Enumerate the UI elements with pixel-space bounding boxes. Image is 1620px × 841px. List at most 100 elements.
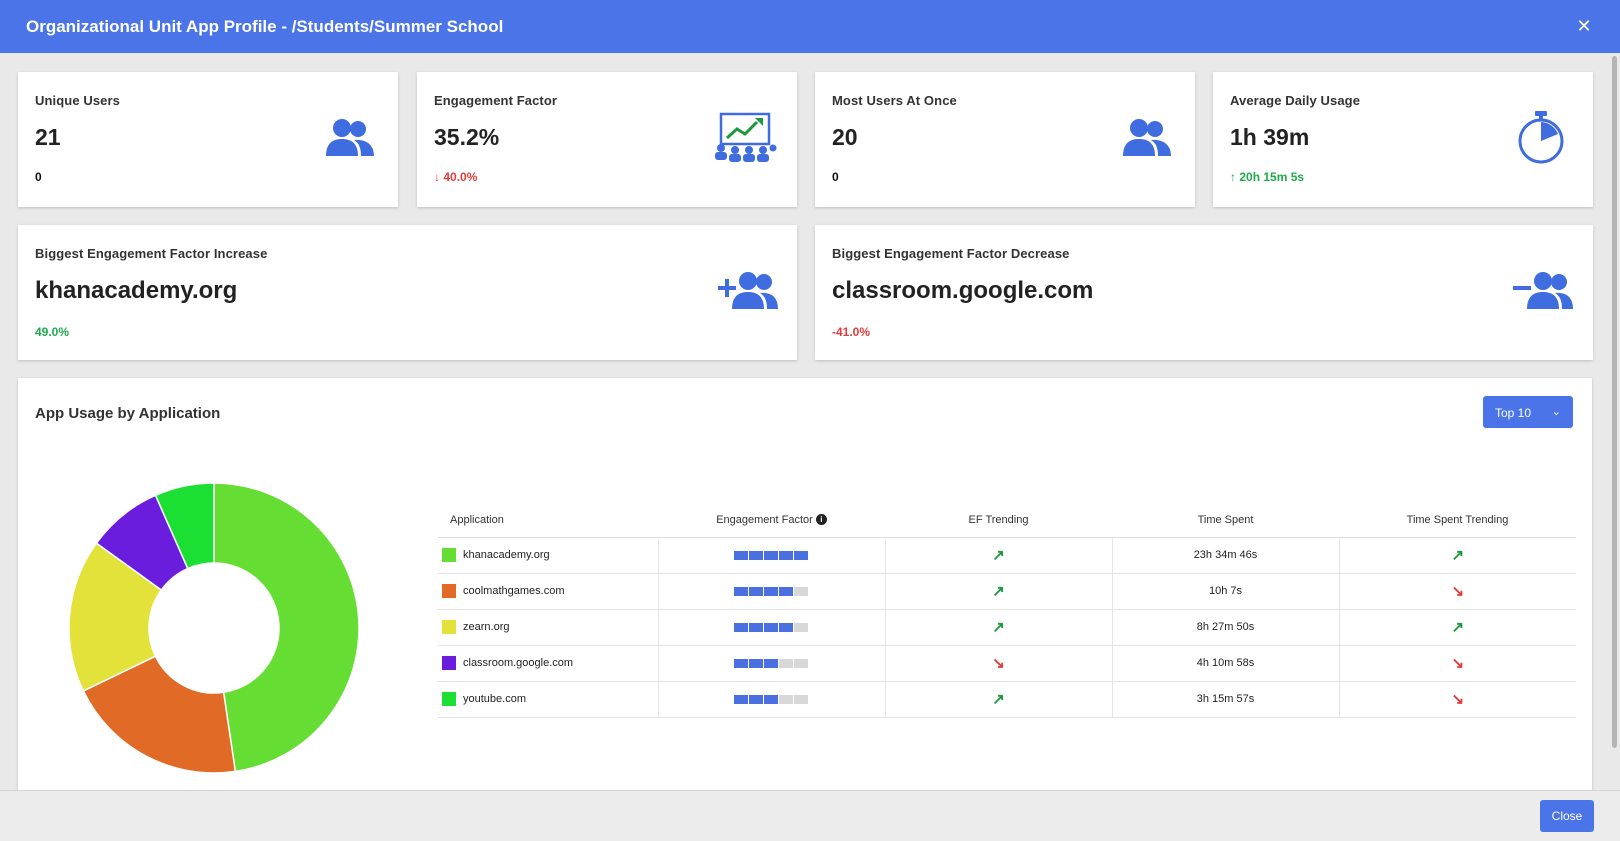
ef-bar-segment bbox=[734, 622, 748, 632]
stat-card-most-users-at-once: Most Users At Once 20 0 bbox=[815, 72, 1195, 207]
ef-trend-cell: ↗ bbox=[885, 681, 1113, 718]
ef-bar-segment bbox=[794, 586, 808, 596]
ef-trend-cell: ↗ bbox=[885, 537, 1113, 574]
legend-swatch bbox=[442, 692, 456, 706]
users-icon bbox=[326, 119, 374, 156]
engagement-factor-cell bbox=[658, 609, 886, 646]
app-cell: classroom.google.com bbox=[438, 645, 659, 682]
trend-up-icon: ↗ bbox=[992, 583, 1005, 600]
app-name: khanacademy.org bbox=[463, 549, 550, 561]
column-header-engagement-factor[interactable]: Engagement Factor i bbox=[658, 503, 885, 538]
time-trend-cell: ↘ bbox=[1339, 645, 1576, 682]
time-spent-cell: 10h 7s bbox=[1112, 573, 1340, 610]
arrow-down-icon: ↓ bbox=[434, 170, 440, 184]
ef-bar-segment bbox=[764, 658, 778, 668]
ef-bar-segment bbox=[749, 694, 763, 704]
table-row[interactable]: khanacademy.org ↗ 23h 34m 46s ↗ bbox=[438, 537, 1576, 574]
users-icon bbox=[1123, 119, 1171, 156]
trend-down-icon: ↘ bbox=[1451, 691, 1465, 708]
arrow-up-icon: ↑ bbox=[1230, 170, 1236, 184]
time-trend-cell: ↘ bbox=[1339, 573, 1576, 610]
engagement-factor-meter bbox=[734, 657, 809, 669]
time-trend-cell: ↗ bbox=[1339, 537, 1576, 574]
highlight-change: 49.0% bbox=[35, 325, 70, 339]
time-spent-cell: 3h 15m 57s bbox=[1112, 681, 1340, 718]
legend-swatch bbox=[442, 656, 456, 670]
engagement-factor-meter bbox=[734, 549, 809, 561]
column-header-label: Engagement Factor bbox=[716, 513, 813, 526]
stat-value: 21 bbox=[35, 124, 61, 150]
ef-trend-cell: ↗ bbox=[885, 573, 1113, 610]
close-icon[interactable]: ✕ bbox=[1574, 16, 1594, 36]
chevron-down-icon: ⌄ bbox=[1551, 406, 1561, 418]
stopwatch-icon bbox=[1518, 111, 1564, 164]
engagement-factor-cell bbox=[658, 573, 886, 610]
info-icon[interactable]: i bbox=[815, 514, 827, 526]
ef-bar-segment bbox=[794, 694, 808, 704]
highlight-label: Biggest Engagement Factor Increase bbox=[35, 246, 268, 261]
column-header-time-spent[interactable]: Time Spent bbox=[1112, 503, 1339, 538]
highlight-value: classroom.google.com bbox=[832, 277, 1094, 304]
ef-bar-segment bbox=[749, 658, 763, 668]
highlight-change: -41.0% bbox=[832, 325, 871, 339]
table-row[interactable]: coolmathgames.com ↗ 10h 7s ↘ bbox=[438, 573, 1576, 610]
engagement-factor-meter bbox=[734, 693, 809, 705]
stat-value: 1h 39m bbox=[1230, 124, 1310, 150]
stat-change: ↑ 20h 15m 5s bbox=[1230, 170, 1304, 184]
time-spent-cell: 23h 34m 46s bbox=[1112, 537, 1340, 574]
table-header-row: Application Engagement Factor i EF Trendi… bbox=[438, 503, 1576, 538]
trend-up-icon: ↗ bbox=[1451, 547, 1465, 564]
time-spent-cell: 8h 27m 50s bbox=[1112, 609, 1340, 646]
ef-bar-segment bbox=[764, 586, 778, 596]
legend-swatch bbox=[442, 620, 456, 634]
add-users-icon bbox=[718, 272, 778, 309]
table-row[interactable]: classroom.google.com ↘ 4h 10m 58s ↘ bbox=[438, 645, 1576, 682]
app-cell: khanacademy.org bbox=[438, 537, 659, 574]
column-header-ef-trending[interactable]: EF Trending bbox=[885, 503, 1112, 538]
scrollbar[interactable] bbox=[1612, 56, 1617, 748]
app-name: coolmathgames.com bbox=[463, 585, 565, 597]
remove-users-icon bbox=[1513, 272, 1573, 309]
app-cell: youtube.com bbox=[438, 681, 659, 718]
app-name: zearn.org bbox=[463, 621, 510, 633]
ef-bar-segment bbox=[734, 694, 748, 704]
trend-up-icon: ↗ bbox=[992, 691, 1005, 708]
app-name: youtube.com bbox=[463, 693, 526, 705]
trend-down-icon: ↘ bbox=[1451, 655, 1465, 672]
ef-bar-segment bbox=[779, 586, 793, 596]
highlight-card-decrease: Biggest Engagement Factor Decrease class… bbox=[815, 225, 1593, 360]
top-n-dropdown[interactable]: Top 10 ⌄ bbox=[1483, 396, 1573, 428]
ef-bar-segment bbox=[749, 586, 763, 596]
ef-bar-segment bbox=[764, 694, 778, 704]
app-cell: coolmathgames.com bbox=[438, 573, 659, 610]
ef-bar-segment bbox=[734, 586, 748, 596]
app-usage-heading: App Usage by Application bbox=[35, 405, 221, 422]
ef-bar-segment bbox=[794, 658, 808, 668]
app-name: classroom.google.com bbox=[463, 657, 574, 669]
column-header-application[interactable]: Application bbox=[438, 503, 658, 538]
ef-trend-cell: ↘ bbox=[885, 645, 1113, 682]
table-row[interactable]: youtube.com ↗ 3h 15m 57s ↘ bbox=[438, 681, 1576, 718]
engagement-factor-meter bbox=[734, 585, 809, 597]
ef-bar-segment bbox=[734, 550, 748, 560]
dialog-title: Organizational Unit App Profile - /Stude… bbox=[26, 17, 504, 36]
table-row[interactable]: zearn.org ↗ 8h 27m 50s ↗ bbox=[438, 609, 1576, 646]
column-header-time-spent-trending[interactable]: Time Spent Trending bbox=[1339, 503, 1576, 538]
ef-bar-segment bbox=[779, 694, 793, 704]
stat-change: 0 bbox=[35, 170, 42, 184]
time-spent-cell: 4h 10m 58s bbox=[1112, 645, 1340, 682]
app-usage-card: App Usage by Application Top 10 ⌄ Applic… bbox=[18, 378, 1592, 798]
donut-slice-khanacademy-org[interactable] bbox=[213, 482, 360, 773]
stat-change: 0 bbox=[832, 170, 839, 184]
stat-card-engagement-factor: Engagement Factor 35.2% ↓ 40.0% bbox=[417, 72, 797, 207]
app-usage-donut-chart bbox=[68, 482, 360, 774]
classroom-chart-icon bbox=[715, 112, 777, 162]
stat-value: 20 bbox=[832, 124, 858, 150]
close-button[interactable]: Close bbox=[1540, 800, 1594, 832]
stat-change-value: 40.0% bbox=[443, 170, 478, 184]
engagement-factor-cell bbox=[658, 681, 886, 718]
engagement-factor-meter bbox=[734, 621, 809, 633]
ef-bar-segment bbox=[749, 550, 763, 560]
ef-bar-segment bbox=[794, 622, 808, 632]
stat-change: ↓ 40.0% bbox=[434, 170, 477, 184]
